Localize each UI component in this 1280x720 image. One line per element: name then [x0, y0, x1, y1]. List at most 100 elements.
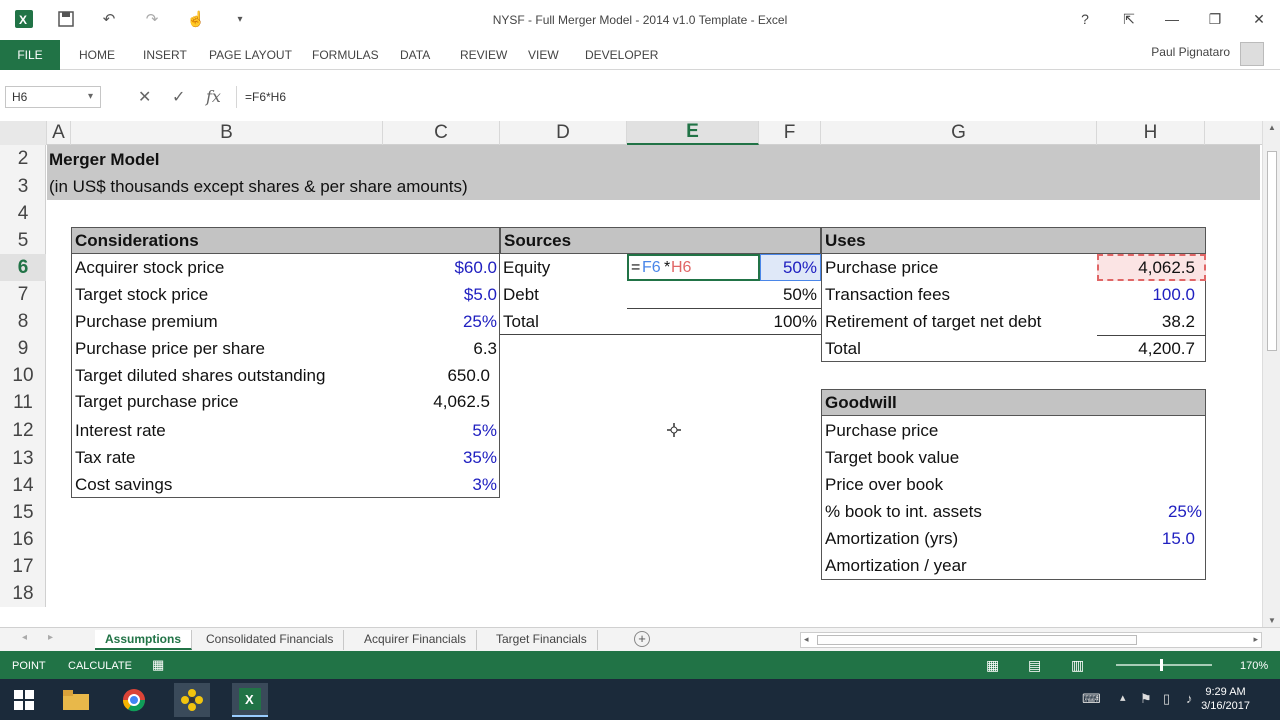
tab-home[interactable]: HOME	[79, 48, 115, 62]
row-header[interactable]: 11	[0, 389, 46, 416]
source-value[interactable]: 50%	[747, 258, 817, 278]
use-label[interactable]: Retirement of target net debt	[825, 312, 1041, 332]
goodwill-label[interactable]: % book to int. assets	[825, 502, 982, 522]
column-header-f[interactable]: F	[759, 121, 821, 145]
row-header[interactable]: 13	[0, 445, 46, 472]
tab-file[interactable]: FILE	[0, 40, 60, 70]
windows-start-icon[interactable]	[6, 683, 42, 717]
use-label[interactable]: Total	[825, 339, 861, 359]
normal-view-icon[interactable]: ▦	[986, 657, 999, 674]
row-header[interactable]: 12	[0, 416, 46, 445]
consideration-label[interactable]: Interest rate	[75, 421, 166, 441]
vertical-scroll-thumb[interactable]	[1267, 151, 1277, 351]
tab-data[interactable]: DATA	[400, 48, 430, 62]
scroll-left-icon[interactable]: ◂	[804, 634, 809, 645]
worksheet-grid[interactable]: Merger Model (in US$ thousands except sh…	[47, 145, 1260, 607]
scroll-up-icon[interactable]: ▲	[1268, 123, 1276, 132]
consideration-value[interactable]: 4,062.5	[397, 392, 490, 412]
goodwill-label[interactable]: Amortization (yrs)	[825, 529, 958, 549]
row-header[interactable]: 10	[0, 362, 46, 389]
active-cell-editor[interactable]: = F6 * H6	[627, 254, 760, 281]
consideration-value[interactable]: 5%	[407, 421, 497, 441]
column-header-b[interactable]: B	[71, 121, 383, 145]
zoom-slider[interactable]	[1116, 664, 1212, 666]
column-header-a[interactable]: A	[47, 121, 71, 145]
column-header-h[interactable]: H	[1097, 121, 1205, 145]
source-label[interactable]: Equity	[503, 258, 550, 278]
sheet-tab-acquirer-financials[interactable]: Acquirer Financials	[354, 630, 478, 650]
battery-icon[interactable]: ▯	[1163, 691, 1170, 707]
consideration-value[interactable]: 3%	[407, 475, 497, 495]
consideration-value[interactable]: $60.0	[407, 258, 497, 278]
consideration-value[interactable]: 6.3	[407, 339, 497, 359]
consideration-value[interactable]: 35%	[407, 448, 497, 468]
macro-record-icon[interactable]: ▦	[152, 657, 164, 673]
enter-icon[interactable]: ✓	[172, 87, 185, 107]
sheet-tab-assumptions[interactable]: Assumptions	[95, 630, 193, 650]
consideration-label[interactable]: Target stock price	[75, 285, 208, 305]
row-header[interactable]: 7	[0, 281, 46, 308]
row-header[interactable]: 3	[0, 173, 46, 200]
source-value[interactable]: 100%	[747, 312, 817, 332]
excel-taskbar-icon[interactable]: X	[232, 683, 268, 717]
row-header[interactable]: 5	[0, 227, 46, 254]
tab-insert[interactable]: INSERT	[143, 48, 187, 62]
row-header[interactable]: 9	[0, 335, 46, 362]
tray-expand-icon[interactable]: ▴	[1120, 691, 1126, 704]
source-value[interactable]: 50%	[747, 285, 817, 305]
goodwill-label[interactable]: Purchase price	[825, 421, 938, 441]
help-button[interactable]: ?	[1070, 6, 1100, 32]
zoom-level[interactable]: 170%	[1240, 660, 1268, 672]
avatar[interactable]	[1240, 42, 1264, 66]
use-value[interactable]: 4,200.7	[1107, 339, 1195, 359]
volume-icon[interactable]: ♪	[1186, 691, 1193, 706]
tab-developer[interactable]: DEVELOPER	[585, 48, 658, 62]
keyboard-icon[interactable]: ⌨	[1082, 691, 1101, 707]
ribbon-display-options-button[interactable]: ⇱	[1114, 6, 1144, 32]
consideration-value[interactable]: 650.0	[397, 366, 490, 386]
insert-function-icon[interactable]: fx	[206, 87, 221, 106]
tab-page-layout[interactable]: PAGE LAYOUT	[209, 48, 292, 62]
use-value[interactable]: 4,062.5	[1107, 258, 1195, 278]
horizontal-scrollbar[interactable]: ◂ ▸	[800, 632, 1262, 648]
app-flower-icon[interactable]	[174, 683, 210, 717]
row-header[interactable]: 17	[0, 553, 46, 580]
goodwill-label[interactable]: Price over book	[825, 475, 943, 495]
row-header[interactable]: 2	[0, 145, 46, 173]
chevron-down-icon[interactable]: ▾	[88, 91, 93, 102]
sheet-tab-consolidated-financials[interactable]: Consolidated Financials	[196, 630, 345, 650]
consideration-label[interactable]: Target purchase price	[75, 392, 238, 412]
consideration-label[interactable]: Cost savings	[75, 475, 172, 495]
source-label[interactable]: Total	[503, 312, 539, 332]
use-value[interactable]: 38.2	[1107, 312, 1195, 332]
use-label[interactable]: Purchase price	[825, 258, 938, 278]
column-header-c[interactable]: C	[383, 121, 500, 145]
consideration-label[interactable]: Tax rate	[75, 448, 135, 468]
horizontal-scroll-thumb[interactable]	[817, 635, 1137, 645]
goodwill-value[interactable]: 15.0	[1107, 529, 1195, 549]
consideration-label[interactable]: Acquirer stock price	[75, 258, 224, 278]
page-break-view-icon[interactable]: ▥	[1071, 657, 1084, 674]
page-layout-view-icon[interactable]: ▤	[1028, 657, 1041, 674]
column-header-e[interactable]: E	[627, 121, 759, 145]
consideration-value[interactable]: $5.0	[407, 285, 497, 305]
scroll-right-icon[interactable]: ▸	[1253, 634, 1258, 645]
tab-scroll-left-icon[interactable]: ◂	[22, 632, 27, 643]
row-header[interactable]: 14	[0, 472, 46, 499]
formula-input[interactable]: =F6*H6	[236, 86, 1276, 108]
goodwill-value[interactable]: 25%	[1107, 502, 1202, 522]
chrome-icon[interactable]	[116, 683, 152, 717]
use-value[interactable]: 100.0	[1107, 285, 1195, 305]
row-header[interactable]: 4	[0, 200, 46, 227]
row-header-active[interactable]: 6	[0, 254, 46, 281]
sheet-tab-target-financials[interactable]: Target Financials	[486, 630, 598, 650]
tab-view[interactable]: VIEW	[528, 48, 559, 62]
row-header[interactable]: 8	[0, 308, 46, 335]
consideration-label[interactable]: Purchase premium	[75, 312, 218, 332]
use-label[interactable]: Transaction fees	[825, 285, 950, 305]
consideration-value[interactable]: 25%	[407, 312, 497, 332]
goodwill-label[interactable]: Target book value	[825, 448, 959, 468]
scroll-down-icon[interactable]: ▼	[1268, 616, 1276, 625]
name-box[interactable]: H6	[5, 86, 101, 108]
calculate-indicator[interactable]: CALCULATE	[68, 660, 132, 672]
